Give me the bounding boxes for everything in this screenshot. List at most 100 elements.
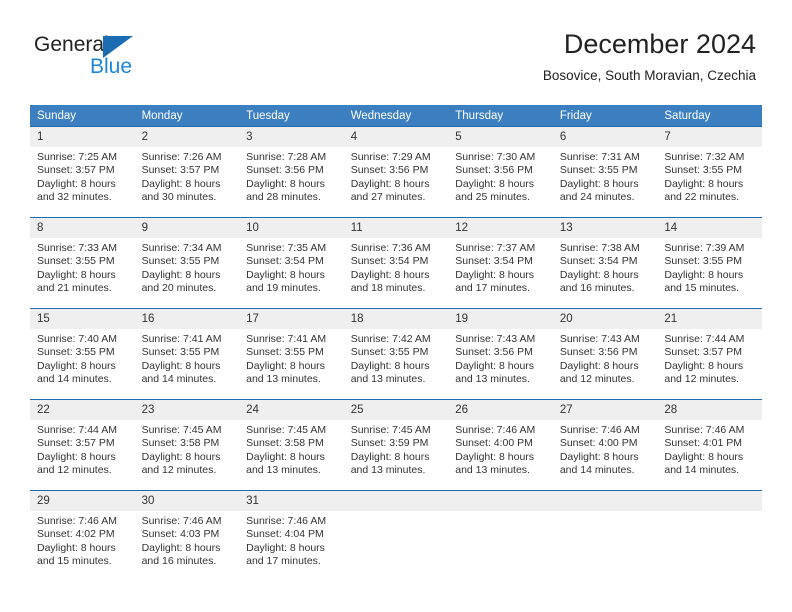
sunset-text: Sunset: 3:56 PM [559,346,638,359]
day-details: Sunrise: 7:26 AM Sunset: 3:57 PM Daylight:… [135,147,240,205]
day-number: 8 [30,218,135,238]
daylight-text-line1: Daylight: 8 hours [455,450,535,463]
daylight-text-line1: Daylight: 8 hours [141,450,221,463]
calendar-day-cell[interactable]: 25 Sunrise: 7:45 AM Sunset: 3:59 PM Dayligh… [343,399,449,484]
calendar-day-cell[interactable]: 9 Sunrise: 7:34 AM Sunset: 3:55 PM Daylight… [134,217,240,302]
sunrise-text: Sunrise: 7:38 AM [559,242,640,254]
page-subtitle: Bosovice, South Moravian, Czechia [542,68,756,83]
day-details: Sunrise: 7:43 AM Sunset: 3:56 PM Daylight:… [553,329,658,387]
day-number: 13 [552,218,658,238]
day-details: Sunrise: 7:28 AM Sunset: 3:56 PM Daylight:… [239,147,344,205]
sunset-text: Sunset: 3:57 PM [141,164,220,177]
day-number [657,491,762,511]
sunrise-text: Sunrise: 7:46 AM [246,515,327,527]
daylight-text-line2: and 14 minutes. [37,373,112,386]
calendar-day-cell[interactable]: 23 Sunrise: 7:45 AM Sunset: 3:58 PM Dayligh… [134,399,240,484]
calendar-day-cell[interactable]: 2 Sunrise: 7:26 AM Sunset: 3:57 PM Daylight… [134,126,240,211]
sunset-text: Sunset: 3:55 PM [559,164,638,177]
calendar-day-cell[interactable]: 14 Sunrise: 7:39 AM Sunset: 3:55 PM Dayligh… [657,217,762,302]
daylight-text-line2: and 14 minutes. [559,464,635,477]
sunrise-text: Sunrise: 7:46 AM [664,424,745,436]
day-details: Sunrise: 7:43 AM Sunset: 3:56 PM Daylight:… [448,329,553,387]
daylight-text-line2: and 27 minutes. [350,191,426,204]
calendar-day-cell[interactable]: 4 Sunrise: 7:29 AM Sunset: 3:56 PM Daylight… [343,126,449,211]
daylight-text-line1: Daylight: 8 hours [141,268,221,281]
daylight-text-line2: and 19 minutes. [246,282,321,295]
calendar-day-cell[interactable]: 21 Sunrise: 7:44 AM Sunset: 3:57 PM Dayligh… [657,308,762,393]
day-details: Sunrise: 7:46 AM Sunset: 4:00 PM Daylight:… [448,420,553,478]
calendar-day-cell[interactable]: 31 Sunrise: 7:46 AM Sunset: 4:04 PM Dayligh… [239,490,344,575]
day-details: Sunrise: 7:36 AM Sunset: 3:54 PM Daylight:… [344,238,449,296]
day-number [343,491,449,511]
general-blue-logo[interactable]: General Blue [34,34,224,84]
calendar-day-cell[interactable]: 19 Sunrise: 7:43 AM Sunset: 3:56 PM Dayligh… [448,308,553,393]
day-number: 24 [239,400,344,420]
daylight-text-line2: and 28 minutes. [246,191,321,204]
calendar-day-cell[interactable]: 7 Sunrise: 7:32 AM Sunset: 3:55 PM Daylight… [657,126,762,211]
calendar-day-cell[interactable]: 12 Sunrise: 7:37 AM Sunset: 3:54 PM Dayligh… [448,217,553,302]
calendar-week-row: 1 Sunrise: 7:25 AM Sunset: 3:57 PM Daylight… [30,126,762,211]
calendar-day-cell[interactable]: 1 Sunrise: 7:25 AM Sunset: 3:57 PM Daylight… [30,126,135,211]
sunrise-text: Sunrise: 7:46 AM [141,515,222,527]
sunrise-text: Sunrise: 7:40 AM [37,333,117,345]
day-details: Sunrise: 7:46 AM Sunset: 4:03 PM Daylight:… [135,511,240,569]
sunrise-text: Sunrise: 7:43 AM [559,333,640,345]
daylight-text-line1: Daylight: 8 hours [664,450,744,463]
calendar-day-cell[interactable]: 22 Sunrise: 7:44 AM Sunset: 3:57 PM Dayligh… [30,399,135,484]
sunrise-text: Sunrise: 7:25 AM [37,151,117,163]
daylight-text-line1: Daylight: 8 hours [350,359,430,372]
sunset-text: Sunset: 3:54 PM [455,255,533,268]
sunrise-text: Sunrise: 7:26 AM [141,151,222,163]
day-details: Sunrise: 7:34 AM Sunset: 3:55 PM Daylight:… [135,238,240,296]
calendar-day-cell-empty [657,490,762,575]
calendar-day-cell[interactable]: 30 Sunrise: 7:46 AM Sunset: 4:03 PM Dayligh… [134,490,240,575]
daylight-text-line2: and 21 minutes. [37,282,112,295]
calendar-day-cell[interactable]: 18 Sunrise: 7:42 AM Sunset: 3:55 PM Dayligh… [343,308,449,393]
sunset-text: Sunset: 3:55 PM [664,164,743,177]
calendar-day-cell[interactable]: 29 Sunrise: 7:46 AM Sunset: 4:02 PM Dayligh… [30,490,135,575]
calendar-day-cell[interactable]: 20 Sunrise: 7:43 AM Sunset: 3:56 PM Dayligh… [552,308,658,393]
calendar-day-cell[interactable]: 28 Sunrise: 7:46 AM Sunset: 4:01 PM Dayligh… [657,399,762,484]
day-details: Sunrise: 7:46 AM Sunset: 4:01 PM Daylight:… [657,420,762,478]
day-details: Sunrise: 7:40 AM Sunset: 3:55 PM Daylight:… [30,329,135,387]
sunrise-text: Sunrise: 7:44 AM [37,424,117,436]
calendar-day-cell[interactable]: 5 Sunrise: 7:30 AM Sunset: 3:56 PM Daylight… [448,126,553,211]
day-details: Sunrise: 7:46 AM Sunset: 4:02 PM Daylight:… [30,511,135,569]
calendar-day-cell[interactable]: 3 Sunrise: 7:28 AM Sunset: 3:56 PM Daylight… [239,126,344,211]
sunrise-text: Sunrise: 7:45 AM [350,424,431,436]
daylight-text-line2: and 15 minutes. [664,282,740,295]
calendar-day-cell[interactable]: 15 Sunrise: 7:40 AM Sunset: 3:55 PM Dayligh… [30,308,135,393]
daylight-text-line2: and 16 minutes. [559,282,635,295]
calendar-week-row: 22 Sunrise: 7:44 AM Sunset: 3:57 PM Dayligh… [30,399,762,484]
daylight-text-line1: Daylight: 8 hours [350,177,430,190]
sunrise-text: Sunrise: 7:46 AM [559,424,640,436]
calendar-day-cell[interactable]: 17 Sunrise: 7:41 AM Sunset: 3:55 PM Dayligh… [239,308,344,393]
daylight-text-line1: Daylight: 8 hours [664,359,744,372]
daylight-text-line2: and 18 minutes. [350,282,426,295]
calendar-day-cell[interactable]: 24 Sunrise: 7:45 AM Sunset: 3:58 PM Dayligh… [239,399,344,484]
weekday-header-sunday: Sunday [30,105,135,127]
daylight-text-line1: Daylight: 8 hours [350,450,430,463]
daylight-text-line2: and 16 minutes. [141,555,217,568]
calendar-day-cell[interactable]: 11 Sunrise: 7:36 AM Sunset: 3:54 PM Dayligh… [343,217,449,302]
calendar-day-cell[interactable]: 10 Sunrise: 7:35 AM Sunset: 3:54 PM Dayligh… [239,217,344,302]
calendar-day-cell[interactable]: 26 Sunrise: 7:46 AM Sunset: 4:00 PM Dayligh… [448,399,553,484]
daylight-text-line1: Daylight: 8 hours [37,450,116,463]
calendar-body: 1 Sunrise: 7:25 AM Sunset: 3:57 PM Daylight… [30,126,762,575]
calendar-head: Sunday Monday Tuesday Wednesday Thursday… [30,105,762,127]
day-number: 10 [239,218,344,238]
calendar-day-cell-empty [552,490,658,575]
calendar-day-cell[interactable]: 6 Sunrise: 7:31 AM Sunset: 3:55 PM Daylight… [552,126,658,211]
sunset-text: Sunset: 3:56 PM [455,164,533,177]
calendar-day-cell[interactable]: 13 Sunrise: 7:38 AM Sunset: 3:54 PM Dayligh… [552,217,658,302]
day-details: Sunrise: 7:41 AM Sunset: 3:55 PM Daylight:… [135,329,240,387]
day-number: 25 [343,400,449,420]
calendar-day-cell[interactable]: 27 Sunrise: 7:46 AM Sunset: 4:00 PM Dayligh… [552,399,658,484]
day-details: Sunrise: 7:25 AM Sunset: 3:57 PM Daylight:… [30,147,135,205]
calendar-day-cell[interactable]: 8 Sunrise: 7:33 AM Sunset: 3:55 PM Daylight… [30,217,135,302]
day-number: 26 [448,400,553,420]
calendar-day-cell[interactable]: 16 Sunrise: 7:41 AM Sunset: 3:55 PM Dayligh… [134,308,240,393]
weekday-header-monday: Monday [134,105,240,127]
sunrise-text: Sunrise: 7:34 AM [141,242,222,254]
sunset-text: Sunset: 3:57 PM [37,437,115,450]
